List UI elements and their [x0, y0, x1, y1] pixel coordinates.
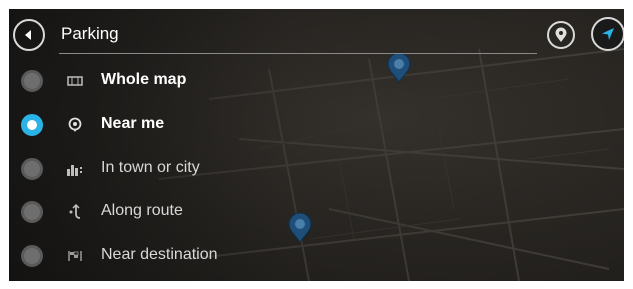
- location-pin-icon: [555, 27, 567, 42]
- radio-button[interactable]: [21, 158, 43, 180]
- option-near-me[interactable]: Near me: [9, 105, 329, 145]
- navigation-screen: Parking Whole map Near me In town or cit…: [9, 9, 624, 281]
- option-label: In town or city: [101, 159, 200, 176]
- location-pin-button[interactable]: [547, 21, 575, 49]
- radio-button[interactable]: [21, 201, 43, 223]
- option-label: Near me: [101, 115, 165, 132]
- location-pin-icon: [65, 116, 85, 134]
- option-label: Whole map: [101, 71, 187, 88]
- search-header: Parking: [9, 9, 624, 59]
- option-near-destination[interactable]: Near destination: [9, 236, 329, 276]
- option-label: Along route: [101, 202, 183, 219]
- city-icon: [65, 160, 85, 178]
- radio-button[interactable]: [21, 70, 43, 92]
- option-in-town-or-city[interactable]: In town or city: [9, 149, 329, 189]
- destination-flag-icon: [65, 247, 85, 265]
- radio-button[interactable]: [21, 245, 43, 267]
- navigation-arrow-icon: [602, 28, 614, 40]
- route-icon: [65, 203, 85, 221]
- map-icon: [65, 72, 85, 90]
- back-button[interactable]: [13, 19, 45, 51]
- radio-button-selected[interactable]: [21, 114, 43, 136]
- option-whole-map[interactable]: Whole map: [9, 61, 329, 101]
- option-label: Near destination: [101, 246, 218, 263]
- navigation-button[interactable]: [591, 17, 624, 51]
- search-input[interactable]: Parking: [59, 19, 537, 54]
- back-arrow-icon: [25, 30, 31, 40]
- search-input-value: Parking: [61, 24, 119, 43]
- option-along-route[interactable]: Along route: [9, 192, 329, 232]
